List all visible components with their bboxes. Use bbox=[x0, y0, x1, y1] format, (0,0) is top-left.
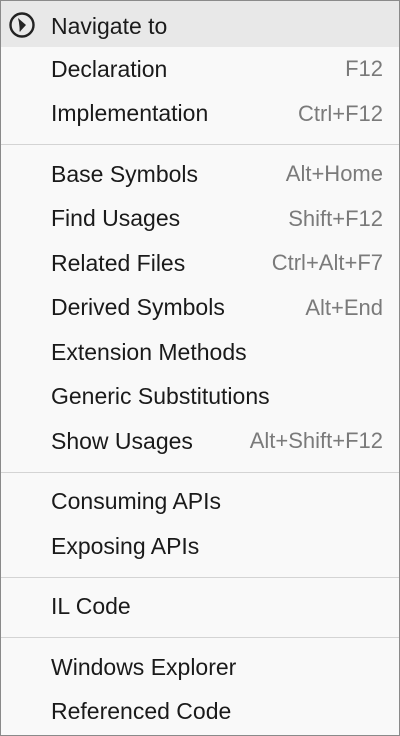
menu-item-windows-explorer[interactable]: Windows Explorer bbox=[1, 645, 399, 690]
menu-item-shortcut: Alt+End bbox=[305, 294, 383, 320]
menu-item-show-usages[interactable]: Show Usages Alt+Shift+F12 bbox=[1, 419, 399, 464]
menu-item-label: Base Symbols bbox=[51, 160, 199, 187]
menu-item-label: Exposing APIs bbox=[51, 532, 200, 559]
menu-item-shortcut: Ctrl+Alt+F7 bbox=[271, 250, 383, 276]
menu-separator bbox=[1, 144, 399, 145]
menu-item-label: Derived Symbols bbox=[51, 294, 225, 321]
menu-item-base-symbols[interactable]: Base Symbols Alt+Home bbox=[1, 152, 399, 197]
menu-item-label: Extension Methods bbox=[51, 338, 247, 365]
menu-item-label: Generic Substitutions bbox=[51, 383, 270, 410]
menu-item-label: Find Usages bbox=[51, 205, 181, 232]
menu-item-declaration[interactable]: Declaration F12 bbox=[1, 47, 399, 92]
menu-title: Navigate to bbox=[51, 13, 168, 39]
menu-item-find-usages[interactable]: Find Usages Shift+F12 bbox=[1, 197, 399, 242]
menu-separator bbox=[1, 471, 399, 473]
menu-item-shortcut: Alt+Shift+F12 bbox=[249, 428, 383, 454]
menu-item-generic-substitutions[interactable]: Generic Substitutions bbox=[1, 375, 399, 420]
menu-item-shortcut: Shift+F12 bbox=[288, 205, 383, 231]
menu-item-related-files[interactable]: Related Files Ctrl+Alt+F7 bbox=[1, 241, 399, 286]
menu-item-label: Show Usages bbox=[51, 427, 193, 454]
menu-item-label: Related Files bbox=[51, 249, 186, 276]
menu-item-derived-symbols[interactable]: Derived Symbols Alt+End bbox=[1, 286, 399, 331]
menu-item-consuming-apis[interactable]: Consuming APIs bbox=[1, 480, 399, 525]
menu-item-label: Windows Explorer bbox=[51, 653, 237, 680]
menu-item-referenced-code[interactable]: Referenced Code bbox=[1, 690, 399, 735]
navigate-to-context-menu: Navigate to Declaration F12 Implementati… bbox=[0, 0, 400, 736]
menu-item-label: Implementation bbox=[51, 100, 209, 127]
menu-item-label: IL Code bbox=[51, 593, 131, 620]
menu-item-il-code[interactable]: IL Code bbox=[1, 585, 399, 630]
menu-header: Navigate to bbox=[1, 1, 399, 47]
menu-item-shortcut: Ctrl+F12 bbox=[298, 100, 383, 126]
menu-item-shortcut: Alt+Home bbox=[285, 161, 383, 187]
menu-item-shortcut: F12 bbox=[345, 56, 383, 82]
menu-item-exposing-apis[interactable]: Exposing APIs bbox=[1, 524, 399, 569]
menu-separator bbox=[1, 637, 399, 638]
menu-item-extension-methods[interactable]: Extension Methods bbox=[1, 330, 399, 375]
navigate-compass-icon bbox=[9, 12, 35, 38]
menu-item-label: Consuming APIs bbox=[51, 488, 222, 515]
menu-item-label: Declaration bbox=[51, 55, 168, 82]
menu-item-implementation[interactable]: Implementation Ctrl+F12 bbox=[1, 92, 399, 137]
menu-separator bbox=[1, 576, 399, 578]
menu-item-label: Referenced Code bbox=[51, 698, 232, 725]
